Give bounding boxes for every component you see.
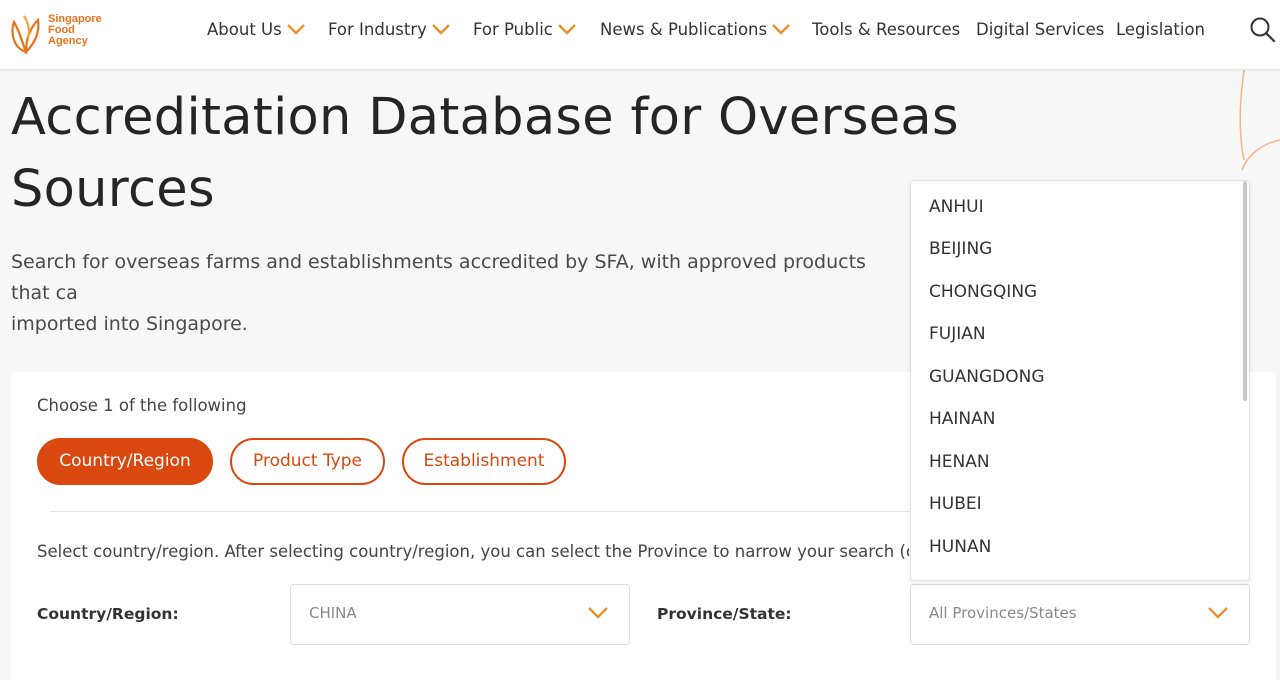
nav-tools-resources[interactable]: Tools & Resources (812, 18, 960, 42)
page-title-line-2: Sources (11, 160, 215, 219)
sfa-leaf-icon (11, 15, 40, 55)
dropdown-scrollbar[interactable] (1243, 181, 1247, 401)
province-option-hainan[interactable]: HAINAN (929, 405, 996, 433)
search-hint: Select country/region. After selecting c… (37, 542, 909, 561)
tab-product-type-label: Product Type (253, 451, 362, 471)
chevron-down-icon (1208, 607, 1228, 619)
nav-digital-services-label: Digital Services (976, 20, 1105, 39)
nav-tools-resources-label: Tools & Resources (812, 20, 961, 39)
chevron-down-icon (286, 24, 305, 35)
province-state-select[interactable]: All Provinces/States (910, 584, 1250, 645)
site-header: Singapore Food Agency About Us For Indus… (0, 0, 1280, 70)
tab-establishment-label: Establishment (423, 451, 545, 471)
chevron-down-icon (432, 24, 450, 35)
nav-for-industry-label: For Industry (328, 20, 427, 39)
nav-news-publications[interactable]: News & Publications (600, 18, 791, 42)
province-option-fujian[interactable]: FUJIAN (929, 320, 986, 348)
province-option-guangdong[interactable]: GUANGDONG (929, 363, 1045, 391)
nav-for-public-label: For Public (473, 20, 553, 39)
nav-news-publications-label: News & Publications (600, 20, 768, 39)
page-intro-line-1: Search for overseas farms and establishm… (11, 251, 866, 304)
province-option-anhui[interactable]: ANHUI (929, 193, 984, 221)
country-region-select[interactable]: CHINA (290, 584, 630, 645)
country-region-value: CHINA (309, 604, 357, 622)
nav-legislation[interactable]: Legislation (1116, 18, 1205, 42)
logo-line-3: Agency (48, 35, 88, 47)
nav-about-us-label: About Us (207, 20, 282, 39)
page-title-line-1: Accreditation Database for Overseas (11, 88, 959, 147)
country-region-label: Country/Region: (37, 605, 179, 623)
province-state-value: All Provinces/States (929, 604, 1077, 622)
province-option-beijing[interactable]: BEIJING (929, 235, 992, 263)
nav-for-public[interactable]: For Public (473, 18, 577, 42)
province-option-hubei[interactable]: HUBEI (929, 490, 982, 518)
nav-legislation-label: Legislation (1116, 20, 1206, 39)
province-option-chongqing[interactable]: CHONGQING (929, 278, 1037, 306)
search-icon[interactable] (1249, 16, 1277, 44)
sfa-logo[interactable]: Singapore Food Agency (8, 8, 118, 58)
province-state-label: Province/State: (657, 605, 792, 623)
logo-wordmark: Singapore Food Agency (48, 14, 102, 47)
page-title: Accreditation Database for Overseas Sour… (11, 82, 1011, 226)
province-option-henan[interactable]: HENAN (929, 448, 990, 476)
tab-country-region[interactable]: Country/Region (37, 438, 213, 485)
province-dropdown[interactable]: ANHUI BEIJING CHONGQING FUJIAN GUANGDONG… (910, 180, 1250, 581)
chevron-down-icon (772, 24, 790, 35)
tab-country-region-label: Country/Region (59, 451, 191, 471)
nav-digital-services[interactable]: Digital Services (976, 18, 1104, 42)
tab-product-type[interactable]: Product Type (230, 438, 385, 485)
page-intro-line-2: imported into Singapore. (11, 313, 248, 335)
nav-about-us[interactable]: About Us (207, 18, 306, 42)
chevron-down-icon (588, 607, 608, 619)
tab-establishment[interactable]: Establishment (402, 438, 566, 485)
page-intro: Search for overseas farms and establishm… (11, 247, 901, 340)
choose-label: Choose 1 of the following (37, 396, 247, 415)
chevron-down-icon (558, 24, 576, 35)
province-option-hunan[interactable]: HUNAN (929, 533, 991, 561)
nav-for-industry[interactable]: For Industry (328, 18, 451, 42)
